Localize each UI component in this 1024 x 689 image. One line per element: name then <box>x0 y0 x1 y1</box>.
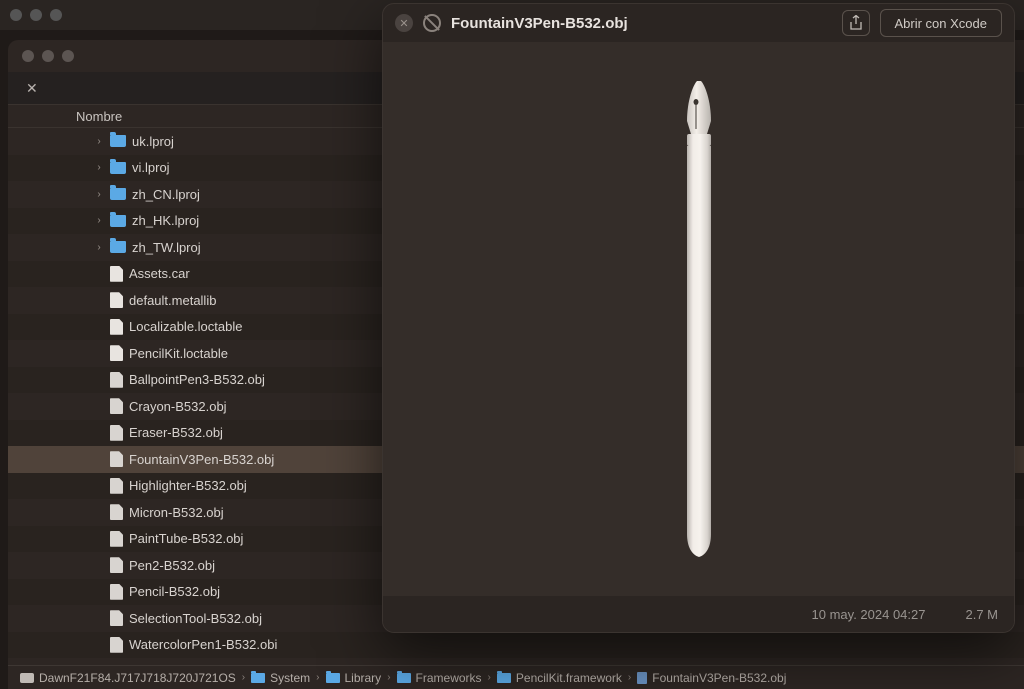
window-zoom[interactable] <box>62 50 74 62</box>
folder-icon <box>110 241 126 253</box>
file-name-label: Assets.car <box>129 266 190 281</box>
file-icon <box>110 319 123 335</box>
folder-icon <box>326 673 340 683</box>
path-item[interactable]: Frameworks <box>397 671 482 685</box>
quicklook-close-button[interactable]: ✕ <box>395 14 413 32</box>
quicklook-size: 2.7 M <box>965 607 998 622</box>
path-label: PencilKit.framework <box>516 671 622 685</box>
file-icon <box>110 345 123 361</box>
quicklook-title: FountainV3Pen-B532.obj <box>451 15 832 32</box>
traffic-light-close[interactable] <box>10 9 22 21</box>
file-name-label: Pen2-B532.obj <box>129 558 215 573</box>
path-label: Frameworks <box>416 671 482 685</box>
file-name-label: PaintTube-B532.obj <box>129 531 243 546</box>
obj-file-icon <box>110 425 123 441</box>
obj-file-icon <box>110 398 123 414</box>
chevron-right-icon: › <box>242 672 245 683</box>
window-minimize[interactable] <box>42 50 54 62</box>
disclosure-icon[interactable]: › <box>94 136 104 147</box>
obj-file-icon <box>110 637 123 653</box>
folder-icon <box>497 673 511 683</box>
close-tab-icon[interactable]: ✕ <box>26 80 38 97</box>
folder-icon <box>110 135 126 147</box>
obj-file-icon <box>110 584 123 600</box>
obj-file-icon <box>110 504 123 520</box>
folder-icon <box>110 162 126 174</box>
obj-file-icon <box>110 451 123 467</box>
traffic-light-zoom[interactable] <box>50 9 62 21</box>
path-label: FountainV3Pen-B532.obj <box>652 671 786 685</box>
file-name-label: Highlighter-B532.obj <box>129 478 247 493</box>
obj-file-icon <box>110 557 123 573</box>
disk-icon <box>20 673 34 683</box>
disclosure-icon[interactable]: › <box>94 242 104 253</box>
file-name-label: Crayon-B532.obj <box>129 399 227 414</box>
path-item[interactable]: Library <box>326 671 382 685</box>
quicklook-footer: 10 may. 2024 04:27 2.7 M <box>383 596 1014 632</box>
file-name-label: BallpointPen3-B532.obj <box>129 372 265 387</box>
open-with-button[interactable]: Abrir con Xcode <box>880 9 1003 37</box>
file-name-label: uk.lproj <box>132 134 174 149</box>
file-name-label: zh_CN.lproj <box>132 187 200 202</box>
file-icon <box>637 672 647 684</box>
disclosure-icon[interactable]: › <box>94 189 104 200</box>
disclosure-icon[interactable]: › <box>94 215 104 226</box>
file-icon <box>110 266 123 282</box>
path-label: DawnF21F84.J717J718J720J721OS <box>39 671 236 685</box>
file-name-label: SelectionTool-B532.obj <box>129 611 262 626</box>
folder-icon <box>251 673 265 683</box>
folder-icon <box>397 673 411 683</box>
quicklook-preview[interactable] <box>383 42 1014 596</box>
file-name-label: vi.lproj <box>132 160 170 175</box>
file-name-label: Micron-B532.obj <box>129 505 224 520</box>
chevron-right-icon: › <box>488 672 491 683</box>
obj-file-icon <box>110 610 123 626</box>
file-name-label: Pencil-B532.obj <box>129 584 220 599</box>
path-label: System <box>270 671 310 685</box>
quicklook-date: 10 may. 2024 04:27 <box>812 607 926 622</box>
traffic-light-minimize[interactable] <box>30 9 42 21</box>
window-close[interactable] <box>22 50 34 62</box>
share-button[interactable] <box>842 10 870 36</box>
file-icon <box>110 292 123 308</box>
quicklook-titlebar: ✕ FountainV3Pen-B532.obj Abrir con Xcode <box>383 4 1014 42</box>
app-traffic-lights <box>10 9 62 21</box>
path-item[interactable]: System <box>251 671 310 685</box>
path-label: Library <box>345 671 382 685</box>
chevron-right-icon: › <box>628 672 631 683</box>
readonly-icon <box>423 14 441 32</box>
chevron-right-icon: › <box>316 672 319 683</box>
chevron-right-icon: › <box>387 672 390 683</box>
path-item[interactable]: PencilKit.framework <box>497 671 622 685</box>
file-name-label: WatercolorPen1-B532.obi <box>129 637 277 652</box>
path-bar: DawnF21F84.J717J718J720J721OS › System › Lib… <box>8 665 1024 689</box>
file-name-label: FountainV3Pen-B532.obj <box>129 452 274 467</box>
path-item[interactable]: FountainV3Pen-B532.obj <box>637 671 786 685</box>
file-row[interactable]: WatercolorPen1-B532.obi <box>8 632 1024 659</box>
folder-icon <box>110 188 126 200</box>
file-name-label: PencilKit.loctable <box>129 346 228 361</box>
file-name-label: zh_HK.lproj <box>132 213 199 228</box>
file-name-label: Localizable.loctable <box>129 319 242 334</box>
obj-file-icon <box>110 478 123 494</box>
disclosure-icon[interactable]: › <box>94 162 104 173</box>
file-name-label: Eraser-B532.obj <box>129 425 223 440</box>
path-item[interactable]: DawnF21F84.J717J718J720J721OS <box>20 671 236 685</box>
obj-file-icon <box>110 372 123 388</box>
fountain-pen-icon <box>669 79 729 559</box>
file-name-label: zh_TW.lproj <box>132 240 201 255</box>
quicklook-window: ✕ FountainV3Pen-B532.obj Abrir con Xcode <box>382 3 1015 633</box>
file-name-label: default.metallib <box>129 293 216 308</box>
folder-icon <box>110 215 126 227</box>
obj-file-icon <box>110 531 123 547</box>
window-traffic-lights <box>22 50 74 62</box>
